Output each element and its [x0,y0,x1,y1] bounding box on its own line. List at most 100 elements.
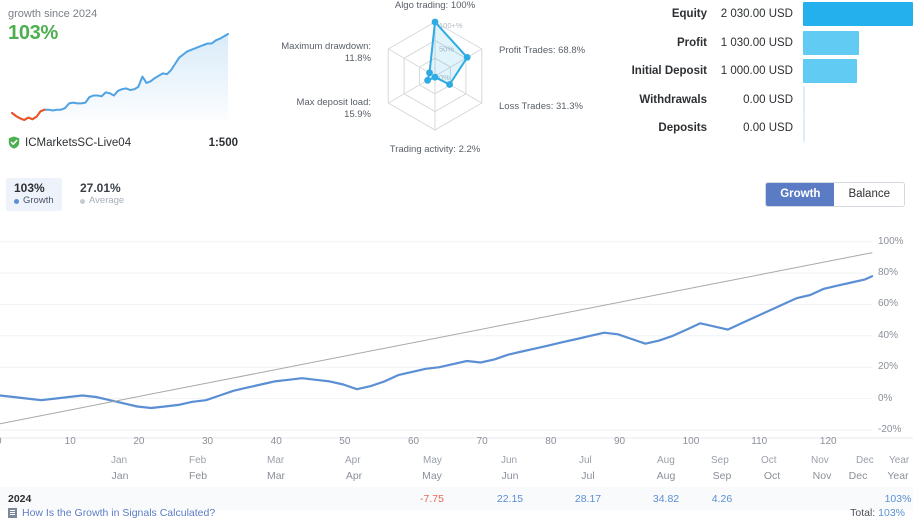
top-summary-section: growth since 2024 103% ICMarketsSC-Live0… [0,0,913,165]
table-column-header: Jan [111,470,129,482]
page-footer: How Is the Growth in Signals Calculated?… [0,505,913,525]
document-icon [8,508,17,518]
deposits-row-value: 0.00 USD [743,122,793,135]
svg-text:100+%: 100+% [439,21,463,30]
x-axis-tick: 20 [133,436,145,447]
y-axis-tick: 80% [878,267,899,279]
svg-text:Profit Trades: 68.8%: Profit Trades: 68.8% [499,45,586,56]
legend-average-dot [80,198,85,204]
deposits-row: Deposits 0.00 USD [625,114,913,143]
x-axis-tick: 0 [0,436,2,447]
table-header-row: Jan Feb Mar Apr May Jun Jul Aug Sep Oct Nov Dec Year [0,465,913,487]
deposits-bar-track [803,114,913,143]
footer-total: Total: 103% [850,507,905,519]
svg-text:Max deposit load:: Max deposit load: [297,97,371,108]
legend-average-label: Average [80,195,124,207]
y-axis-tick: 20% [878,361,899,373]
equity-row-value: 2 030.00 USD [720,8,793,21]
table-column-header: May [422,470,442,482]
growth-sparkline-chart [11,33,229,121]
profit-bar [803,30,859,55]
tab-balance[interactable]: Balance [834,183,904,206]
svg-text:Maximum drawdown:: Maximum drawdown: [281,41,371,52]
x-axis-tick: 60 [407,436,420,447]
x-axis-tick: 10 [64,436,76,447]
deposits-bar [803,114,805,143]
table-column-header: Aug [656,470,676,482]
table-column-header: Oct [763,470,781,482]
table-column-header: Jun [501,470,519,482]
broker-info-row: ICMarketsSC-Live04 1:500 [8,136,238,149]
leverage-value: 1:500 [208,136,238,149]
legend-average-value: 27.01% [80,181,121,195]
equity-bar-track [803,2,913,27]
x-axis-tick: 40 [270,436,282,447]
withdrawals-row-value: 0.00 USD [743,93,793,106]
initial-deposit-bar-track [803,59,913,84]
withdrawals-row: Withdrawals 0.00 USD [625,85,913,115]
footer-total-value: 103% [878,507,905,519]
statistics-radar-chart: 100+% 50% 0% Algo trading: 100% Profit Trade… [270,0,600,165]
deposits-row-label: Deposits [658,122,707,135]
x-axis-tick: 100 [682,436,700,447]
svg-text:15.9%: 15.9% [344,109,371,120]
equity-bar [803,2,913,27]
table-cell-year-total: 103% [884,493,912,505]
equity-row: Equity 2 030.00 USD [625,0,913,29]
table-cell-month: -7.75 [420,493,444,505]
table-cell-month: 34.82 [652,493,680,505]
svg-text:Algo trading: 100%: Algo trading: 100% [395,0,476,11]
table-column-header: Feb [188,470,208,482]
table-column-header: Nov [812,470,832,482]
initial-deposit-row-label: Initial Deposit [631,65,707,78]
legend-growth[interactable]: 103% Growth [6,178,62,211]
table-column-header: Apr [345,470,363,482]
growth-line-chart: 100% 80% 60% 40% 20% 0% -20% 0 10 20 30 40 50 60 70 80… [0,218,913,466]
initial-deposit-bar [803,59,858,84]
legend-average[interactable]: 27.01% Average [72,178,132,211]
y-axis-tick: 60% [878,298,899,310]
profit-row-label: Profit [676,36,707,49]
legend-average-text: Average [89,195,125,206]
initial-deposit-row-value: 1 000.00 USD [720,65,793,78]
svg-text:11.8%: 11.8% [345,53,372,64]
table-column-header: Dec [848,470,868,482]
profit-row-value: 1 030.00 USD [720,36,793,49]
equity-row-label: Equity [671,8,707,21]
table-column-header: Sep [712,470,732,482]
table-column-header: Mar [266,470,286,482]
y-axis-tick: 40% [878,329,899,341]
x-axis-tick: 90 [613,436,626,447]
table-column-header: Jul [581,470,595,482]
footer-total-label: Total: [850,507,876,519]
shield-check-icon [8,136,20,149]
svg-text:Loss Trades: 31.3%: Loss Trades: 31.3% [499,101,584,112]
withdrawals-row-label: Withdrawals [639,93,707,106]
x-axis-tick: 70 [476,436,488,447]
legend-growth-dot [14,198,19,204]
chart-legend-row: 103% Growth 27.01% Average Growth Balanc… [0,176,913,212]
y-axis-tick: 100% [878,235,904,247]
table-cell-month: 4.26 [711,493,733,505]
table-column-header: Year [887,470,909,482]
table-cell-month: 22.15 [496,493,524,505]
broker-name[interactable]: ICMarketsSC-Live04 [25,137,131,149]
x-axis-tick: 50 [339,436,351,447]
monthly-growth-table: Jan Feb Mar Apr May Jun Jul Aug Sep Oct Nov Dec Year… [0,465,913,510]
legend-growth-value: 103% [14,181,45,195]
x-axis-tick: 110 [751,436,768,447]
growth-help-link[interactable]: How Is the Growth in Signals Calculated? [8,507,215,519]
signal-statistics-page: growth since 2024 103% ICMarketsSC-Live0… [0,0,913,525]
x-axis-tick: 80 [545,436,557,447]
y-axis-tick: 0% [878,392,893,404]
chart-mode-toggle[interactable]: Growth Balance [765,182,905,207]
x-axis-tick: 120 [819,436,837,447]
table-cell-month: 28.17 [574,493,602,505]
equity-breakdown-panel: Equity 2 030.00 USD Profit 1 030.00 USD … [625,0,913,148]
tab-growth[interactable]: Growth [766,183,835,206]
y-axis-tick: -20% [878,424,902,435]
initial-deposit-row: Initial Deposit 1 000.00 USD [625,57,913,86]
svg-text:Trading activity: 2.2%: Trading activity: 2.2% [390,144,481,155]
profit-bar-track [803,30,913,55]
table-row-year: 2024 [8,493,32,505]
